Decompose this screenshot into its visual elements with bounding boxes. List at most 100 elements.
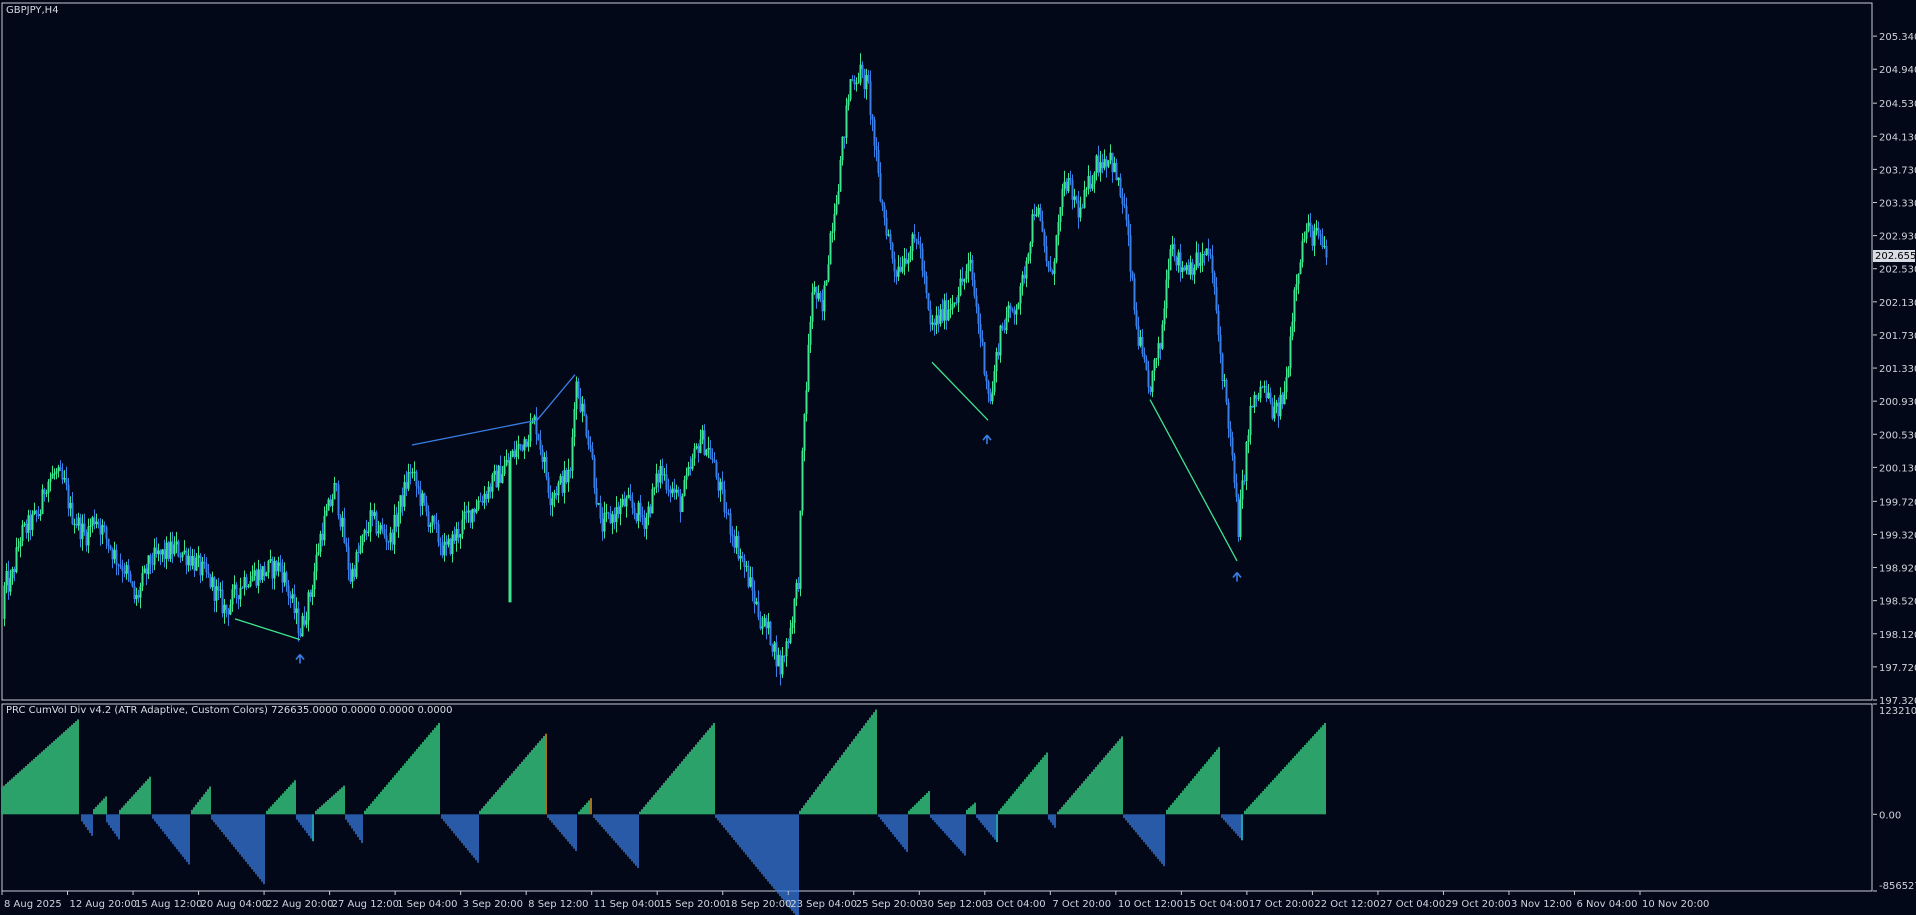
candle-body xyxy=(639,502,642,515)
candle-body xyxy=(1091,183,1094,189)
candle-body xyxy=(691,458,694,469)
candle-body xyxy=(1041,221,1044,232)
candle-body xyxy=(295,608,298,614)
price-tick-label: 200.530 xyxy=(1879,430,1916,441)
candle-body xyxy=(631,499,634,508)
candle-body xyxy=(809,321,812,345)
candle-body xyxy=(583,403,586,416)
candle-body xyxy=(841,136,844,161)
candle-body xyxy=(519,444,522,446)
candle-body xyxy=(167,542,170,559)
candle-body xyxy=(867,75,870,82)
candle-body xyxy=(1079,207,1082,218)
price-tick-label: 203.730 xyxy=(1879,165,1916,176)
candle-body xyxy=(613,514,616,523)
chart-canvas[interactable]: 205.340 204.940 204.530 204.130 203.730 203.3… xyxy=(0,0,1916,915)
candle-body xyxy=(1109,152,1112,161)
candle-body xyxy=(13,569,16,573)
candle-body xyxy=(579,397,582,412)
candle-body xyxy=(1233,455,1236,483)
current-price-label: 202.655 xyxy=(1875,251,1916,262)
candle-body xyxy=(55,471,58,474)
candle-body xyxy=(849,79,852,100)
candle-body xyxy=(795,582,798,599)
candle-body xyxy=(819,292,822,300)
candle-body xyxy=(109,545,112,549)
candle-body xyxy=(577,381,580,398)
candle-body xyxy=(1317,227,1320,234)
candle-body xyxy=(197,555,200,558)
candle-body xyxy=(1139,337,1142,346)
candle-body xyxy=(65,478,68,485)
candle-body xyxy=(997,352,1000,356)
candle-body xyxy=(907,259,910,264)
chart-window[interactable]: 205.340 204.940 204.530 204.130 203.730 203.3… xyxy=(0,0,1916,915)
price-panel[interactable] xyxy=(3,53,1328,686)
candle-body xyxy=(693,448,696,459)
candle-body xyxy=(253,570,256,576)
candle-body xyxy=(695,446,698,449)
candle-body xyxy=(161,549,164,555)
candle-body xyxy=(1127,220,1130,236)
candle-body xyxy=(437,523,440,543)
candle-body xyxy=(1299,262,1302,275)
candle-body xyxy=(67,484,70,509)
candle-body xyxy=(993,371,996,392)
candle-body xyxy=(79,517,82,540)
candle-body xyxy=(539,440,542,450)
candle-body xyxy=(271,559,274,579)
candle-body xyxy=(147,555,150,575)
candle-body xyxy=(681,496,684,513)
candle-body xyxy=(225,604,228,610)
candle-body xyxy=(285,572,288,586)
candle-body xyxy=(175,541,178,545)
candle-body xyxy=(629,494,632,500)
candle-body xyxy=(283,572,286,583)
candle-body xyxy=(787,641,790,643)
candle-body xyxy=(1197,252,1200,266)
candle-body xyxy=(1249,405,1252,436)
candle-body xyxy=(331,499,334,506)
candle-body xyxy=(825,280,828,286)
candle-body xyxy=(769,621,772,646)
candle-body xyxy=(371,510,374,516)
candle-body xyxy=(915,238,918,241)
candle-body xyxy=(453,534,456,541)
candle-body xyxy=(153,547,156,565)
candle-body xyxy=(727,513,730,515)
candle-body xyxy=(621,498,624,506)
candle-body xyxy=(19,541,22,547)
candle-body xyxy=(845,105,848,138)
candle-body xyxy=(1309,222,1312,227)
candle-body xyxy=(1303,238,1306,241)
candle-body xyxy=(1263,386,1266,388)
candle-body xyxy=(715,462,718,478)
candle-body xyxy=(319,533,322,552)
indicator-panel[interactable] xyxy=(1,709,1326,915)
candle-body xyxy=(797,582,800,589)
candle-body xyxy=(1203,253,1206,255)
candle-body xyxy=(527,441,530,447)
candle-body xyxy=(961,278,964,282)
candle-body xyxy=(1015,309,1018,315)
candle-body xyxy=(1229,428,1232,438)
candle-body xyxy=(417,485,420,489)
candle-body xyxy=(337,484,340,516)
candle-body xyxy=(683,479,686,497)
candle-body xyxy=(329,499,332,506)
price-axis: 205.340 204.940 204.530 204.130 203.730 203.3… xyxy=(1873,32,1916,707)
candle-body xyxy=(833,213,836,232)
candle-body xyxy=(111,548,114,560)
candle-body xyxy=(409,472,412,474)
candle-body xyxy=(1307,222,1310,231)
candle-body xyxy=(521,444,524,451)
candle-body xyxy=(1063,181,1066,189)
candle-body xyxy=(393,514,396,545)
candle-body xyxy=(219,589,222,591)
candle-body xyxy=(1217,310,1220,335)
candle-body xyxy=(379,525,382,532)
candle-body xyxy=(1131,271,1134,278)
candle-body xyxy=(3,585,6,619)
candle-body xyxy=(59,467,62,471)
candle-body xyxy=(433,515,436,522)
